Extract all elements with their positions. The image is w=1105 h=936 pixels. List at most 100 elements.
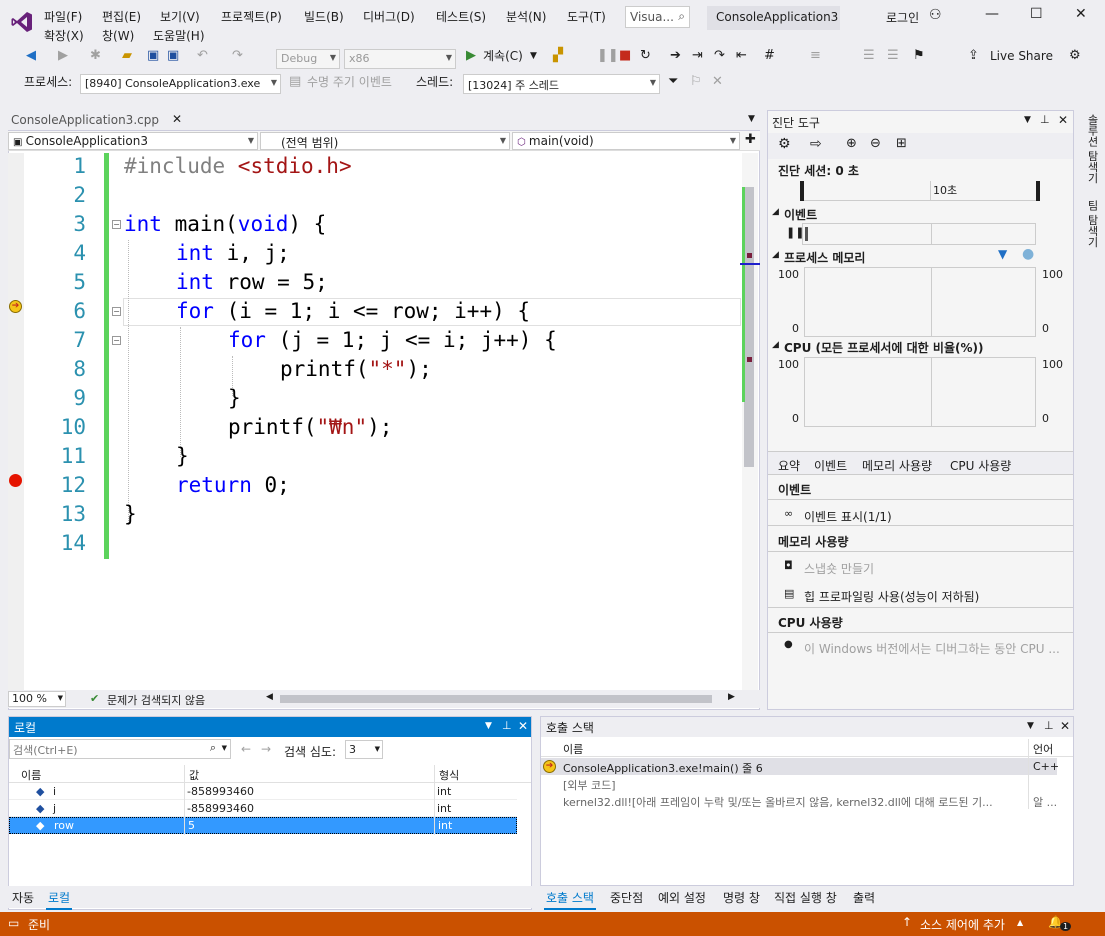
- account-icon[interactable]: ⚇: [929, 7, 942, 23]
- menu-window[interactable]: 창(W): [102, 27, 134, 44]
- menu-analyze[interactable]: 분석(N): [506, 8, 546, 25]
- minimize-button[interactable]: —: [985, 6, 999, 22]
- close-panel-icon[interactable]: ✕: [1060, 719, 1070, 733]
- code-line-6[interactable]: for (i = 1; i <= row; i++) {: [176, 297, 530, 326]
- issues-status[interactable]: 문제가 검색되지 않음: [107, 692, 205, 708]
- collapse-triangle-icon[interactable]: ◢: [772, 250, 779, 260]
- chevron-down-icon[interactable]: ▼: [1024, 115, 1031, 125]
- column-header-name[interactable]: 이름: [563, 741, 583, 757]
- event-marker[interactable]: [805, 227, 808, 241]
- maximize-button[interactable]: ☐: [1030, 6, 1043, 22]
- breakpoint-icon[interactable]: [9, 474, 22, 487]
- menu-extensions[interactable]: 확장(X): [44, 27, 84, 44]
- column-divider[interactable]: [434, 765, 435, 835]
- export-icon[interactable]: ⇨: [810, 136, 822, 152]
- memory-graph[interactable]: [804, 267, 1036, 337]
- indicator-margin[interactable]: [8, 153, 24, 690]
- take-snapshot-button[interactable]: 스냅숏 만들기: [804, 560, 874, 577]
- zoom-out-icon[interactable]: ⊖: [870, 136, 881, 151]
- redo-icon[interactable]: ↷: [232, 46, 243, 66]
- menu-project[interactable]: 프로젝트(P): [221, 8, 282, 25]
- process-icon[interactable]: ▞: [553, 46, 563, 66]
- collapse-icon[interactable]: −: [112, 307, 121, 316]
- timeline-end-handle[interactable]: [1036, 181, 1040, 201]
- step-into-icon[interactable]: ⇥: [692, 46, 703, 66]
- undo-icon[interactable]: ↶: [197, 46, 208, 66]
- menu-edit[interactable]: 편집(E): [102, 8, 141, 25]
- column-header-value[interactable]: 값: [189, 767, 199, 783]
- pin-icon[interactable]: ⊥: [502, 719, 512, 732]
- code-line-8[interactable]: printf("*");: [280, 355, 432, 384]
- tab-memory-usage[interactable]: 메모리 사용량: [862, 457, 932, 474]
- timeline-ruler[interactable]: 10초: [800, 181, 1040, 201]
- bookmark-icon[interactable]: ⚑: [913, 46, 925, 66]
- new-project-icon[interactable]: ✱: [90, 46, 101, 66]
- scroll-right-icon[interactable]: ▶: [728, 692, 735, 702]
- tab-summary[interactable]: 요약: [778, 457, 800, 474]
- table-row[interactable]: ◆ j -858993460 int: [9, 800, 517, 817]
- code-line-13[interactable]: }: [124, 500, 137, 529]
- side-tab-solution-explorer[interactable]: 솔루션 탐색기: [1082, 114, 1100, 194]
- tab-exception-settings[interactable]: 예외 설정: [658, 889, 706, 906]
- play-icon[interactable]: ▶: [466, 46, 476, 66]
- column-header-name[interactable]: 이름: [21, 767, 41, 783]
- tab-cpu-usage[interactable]: CPU 사용량: [950, 457, 1011, 474]
- column-header-language[interactable]: 언어: [1033, 741, 1053, 757]
- search-next-icon[interactable]: →: [261, 742, 271, 756]
- chevron-down-icon[interactable]: ▼: [530, 46, 537, 66]
- scrollbar-thumb[interactable]: [744, 187, 754, 467]
- heap-profiling-toggle[interactable]: 힙 프로파일링 사용(성능이 저하됨): [804, 588, 979, 605]
- step-out-icon[interactable]: ⇤: [736, 46, 747, 66]
- feedback-icon[interactable]: ⚙: [1069, 46, 1081, 66]
- variable-value[interactable]: -858993460: [187, 802, 254, 815]
- editor-vertical-scrollbar[interactable]: [740, 153, 760, 690]
- tab-list-chevron-icon[interactable]: ▼: [748, 114, 755, 124]
- tab-command-window[interactable]: 명령 창: [723, 889, 760, 906]
- hex-display-icon[interactable]: #: [764, 46, 775, 66]
- menu-view[interactable]: 보기(V): [160, 8, 200, 25]
- open-folder-icon[interactable]: ▰: [122, 46, 132, 66]
- callstack-row-current[interactable]: ➔ ConsoleApplication3.exe!main() 줄 6 C++: [541, 758, 1059, 775]
- source-control-button[interactable]: 소스 제어에 추가: [920, 916, 1005, 933]
- menu-tools[interactable]: 도구(T): [567, 8, 606, 25]
- show-events-link[interactable]: 이벤트 표시(1/1): [804, 508, 892, 525]
- indent-icon[interactable]: ☰: [863, 46, 875, 66]
- live-share-icon[interactable]: ⇪: [968, 46, 979, 66]
- close-panel-icon[interactable]: ✕: [1058, 113, 1068, 127]
- menu-build[interactable]: 빌드(B): [304, 8, 344, 25]
- menu-debug[interactable]: 디버그(D): [363, 8, 415, 25]
- expand-callstack-icon[interactable]: ✕: [712, 72, 723, 92]
- variable-value[interactable]: 5: [188, 819, 195, 832]
- collapse-icon[interactable]: −: [112, 220, 121, 229]
- tab-autos[interactable]: 자동: [12, 889, 34, 906]
- lifecycle-events-button[interactable]: 수명 주기 이벤트: [307, 72, 392, 92]
- split-editor-icon[interactable]: ✚: [745, 132, 756, 147]
- code-line-5[interactable]: int row = 5;: [176, 268, 328, 297]
- process-dropdown[interactable]: [8940] ConsoleApplication3.exe ▼: [80, 74, 281, 94]
- table-row[interactable]: ◆ i -858993460 int: [9, 783, 517, 800]
- show-next-statement-icon[interactable]: ➔: [670, 46, 681, 66]
- settings-gear-icon[interactable]: ⚙: [778, 136, 791, 152]
- continue-button[interactable]: 계속(C): [483, 46, 523, 66]
- code-line-11[interactable]: }: [176, 442, 189, 471]
- code-line-9[interactable]: }: [228, 384, 241, 413]
- close-panel-icon[interactable]: ✕: [518, 719, 528, 733]
- code-line-1[interactable]: #include <stdio.h>: [124, 152, 352, 181]
- forward-icon[interactable]: ▶: [58, 46, 68, 66]
- restart-icon[interactable]: ↻: [640, 46, 651, 66]
- column-header-type[interactable]: 형식: [439, 767, 459, 783]
- code-line-4[interactable]: int i, j;: [176, 239, 290, 268]
- tab-locals[interactable]: 로컬: [46, 887, 73, 910]
- horizontal-scrollbar-thumb[interactable]: [280, 695, 712, 703]
- list-item[interactable]: [외부 코드]: [541, 775, 1057, 792]
- outdent-icon[interactable]: ☰: [887, 46, 899, 66]
- pin-icon[interactable]: ⊥: [1044, 719, 1054, 732]
- menu-help[interactable]: 도움말(H): [153, 27, 205, 44]
- code-line-10[interactable]: printf("₩n");: [228, 413, 392, 442]
- chevron-down-icon[interactable]: ▼: [1027, 721, 1034, 731]
- column-divider[interactable]: [1028, 739, 1029, 809]
- nav-function-dropdown[interactable]: ⬡ main(void) ▼: [512, 132, 740, 150]
- step-over-icon[interactable]: ↷: [714, 46, 725, 66]
- code-line-12[interactable]: return 0;: [176, 471, 290, 500]
- side-tab-team-explorer[interactable]: 팀 탐색기: [1082, 200, 1100, 250]
